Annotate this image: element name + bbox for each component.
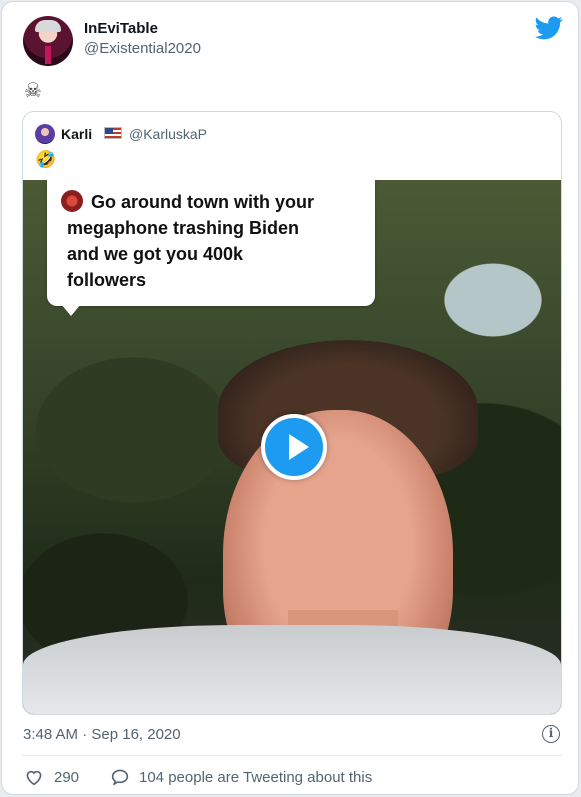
author-handle[interactable]: @Existential2020: [84, 40, 201, 57]
us-flag-icon: [104, 127, 122, 139]
speech-bubble-icon[interactable]: [110, 768, 130, 786]
quoted-author-handle: @KarluskaP: [129, 126, 208, 142]
quoted-author-name: Karli: [61, 126, 93, 142]
video-thumbnail[interactable]: Go around town with your megaphone trash…: [23, 180, 561, 714]
caption-avatar: [61, 190, 83, 212]
author-avatar[interactable]: [23, 16, 73, 66]
heart-icon[interactable]: [24, 768, 44, 786]
quoted-tweet[interactable]: Karli @KarluskaP 🤣 Go around town with y…: [22, 111, 562, 715]
info-icon[interactable]: i: [542, 725, 560, 743]
video-shirt: [23, 625, 561, 714]
twitter-bird-icon[interactable]: [535, 16, 563, 40]
caption-line: followers: [67, 270, 147, 290]
play-button[interactable]: [261, 414, 327, 480]
tweet-card: InEviTable @Existential2020 ☠ Karli @Kar…: [1, 1, 579, 795]
play-icon: [289, 434, 309, 460]
quoted-author-avatar: [35, 124, 55, 144]
caption-line: and we got you 400k: [67, 244, 244, 264]
tweeting-about-link[interactable]: 104 people are Tweeting about this: [139, 769, 372, 786]
quoted-body-emoji: 🤣: [35, 150, 57, 169]
tweet-timestamp[interactable]: 3:48 AM · Sep 16, 2020: [23, 726, 181, 743]
caption-line: megaphone trashing Biden: [67, 218, 300, 238]
caption-line: Go around town with your: [91, 192, 314, 212]
avatar-tie: [45, 46, 51, 64]
caption-bubble: Go around town with your megaphone trash…: [47, 180, 375, 316]
author-display-name[interactable]: InEviTable: [84, 20, 158, 37]
avatar-hat: [35, 20, 61, 32]
like-count[interactable]: 290: [54, 769, 79, 786]
divider: [22, 755, 562, 756]
tweet-body-emoji: ☠: [24, 80, 42, 102]
